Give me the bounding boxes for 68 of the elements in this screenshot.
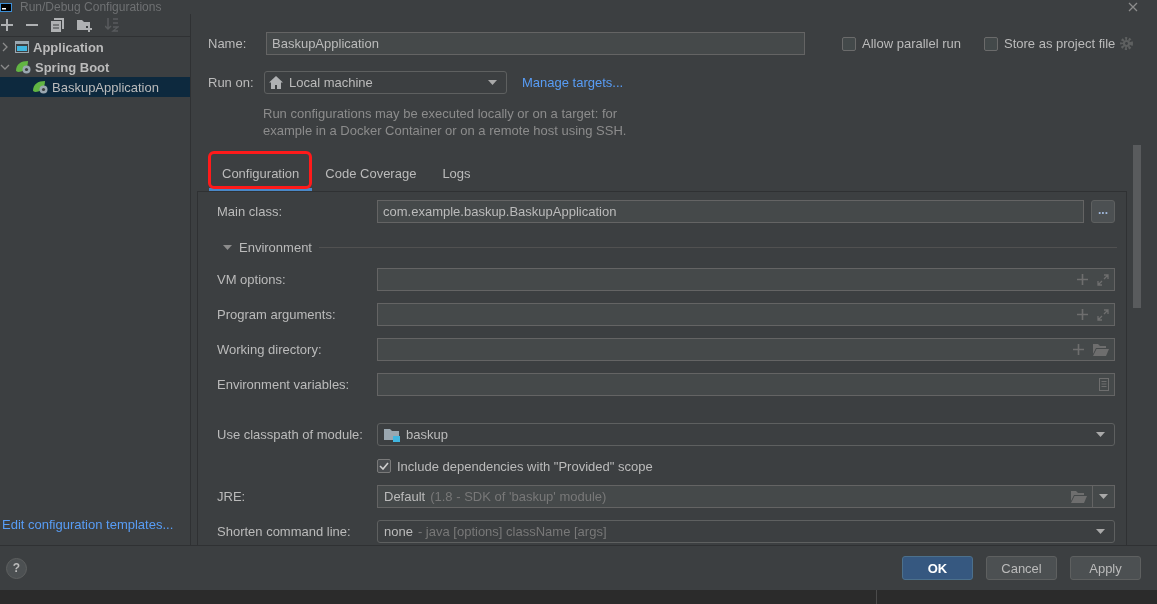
run-on-dropdown[interactable]: Local machine [264, 71, 507, 94]
section-title: Environment [239, 239, 312, 255]
browse-button[interactable]: ... [1091, 200, 1115, 223]
name-field[interactable]: BaskupApplication [266, 32, 805, 55]
gear-icon[interactable] [1120, 37, 1134, 50]
input-field[interactable] [377, 338, 1115, 361]
shorten-dropdown[interactable]: none - java [options] className [args] [377, 520, 1115, 543]
tree-item[interactable]: Spring Boot [0, 57, 190, 77]
field-label: Environment variables: [217, 377, 351, 392]
module-dropdown[interactable]: baskup [377, 423, 1115, 446]
close-icon[interactable] [1128, 2, 1138, 12]
expand-icon [1097, 273, 1109, 286]
folder-icon [1071, 490, 1087, 503]
field-label: JRE: [217, 489, 247, 504]
tab[interactable]: Code Coverage [312, 151, 430, 191]
field-label: Name: [208, 36, 248, 51]
chevron-right-icon[interactable] [2, 42, 8, 52]
dialog-button[interactable]: Apply [1070, 556, 1141, 580]
templates-link[interactable]: Edit configuration templates... [2, 517, 174, 533]
field-label: Main class: [217, 204, 284, 219]
dialog-button[interactable]: OK [902, 556, 973, 580]
tree-item[interactable]: Application [0, 37, 190, 57]
field-label: VM options: [217, 272, 287, 287]
plus-icon [1073, 344, 1084, 355]
leaf-gear-icon [15, 60, 31, 74]
main-class-field[interactable]: com.example.baskup.BaskupApplication [377, 200, 1084, 223]
manage-targets-link[interactable]: Manage targets... [522, 74, 624, 91]
folder-plus-icon[interactable] [77, 18, 92, 32]
expand-icon [1097, 308, 1109, 321]
scrollbar-thumb[interactable] [1133, 145, 1141, 308]
checkbox-label: Store as project file [1004, 36, 1116, 51]
checkbox[interactable] [842, 36, 856, 51]
description-text: Run configurations may be executed locally or on a target: for example in a Docker Container or on a remote host using SSH. [263, 105, 628, 139]
checkbox[interactable] [377, 459, 391, 473]
window-icon [15, 41, 29, 53]
plus-icon [1077, 309, 1088, 320]
triangle-down-icon[interactable] [223, 244, 232, 250]
field-label: Shorten command line: [217, 524, 352, 539]
caret-icon[interactable] [1096, 529, 1105, 534]
copy-icon[interactable] [51, 18, 64, 32]
chevron-down-icon[interactable] [0, 64, 10, 70]
folder-icon [1093, 343, 1109, 356]
app-icon [0, 2, 12, 12]
home-icon [269, 76, 283, 89]
input-field[interactable] [377, 373, 1115, 396]
checkbox-label: Allow parallel run [862, 36, 961, 51]
caret-icon[interactable] [1096, 432, 1105, 437]
checkmark-icon [379, 462, 389, 470]
checkbox-label: Include dependencies with "Provided" scope [397, 458, 653, 474]
field-label: Run on: [208, 75, 255, 90]
caret-icon[interactable] [488, 80, 497, 85]
field-label: Program arguments: [217, 307, 337, 322]
folder-icon [384, 427, 400, 442]
dialog-button[interactable]: Cancel [986, 556, 1057, 580]
tab[interactable]: Logs [429, 151, 484, 191]
input-field[interactable] [377, 268, 1115, 291]
caret-icon[interactable] [1099, 494, 1108, 499]
help-button[interactable]: ? [6, 557, 27, 579]
checkbox[interactable] [984, 36, 998, 51]
input-field[interactable] [377, 303, 1115, 326]
tree-item[interactable]: BaskupApplication [0, 77, 190, 97]
plus-icon [1077, 274, 1088, 285]
field-label: Working directory: [217, 342, 323, 357]
tab[interactable]: Configuration [209, 151, 313, 191]
document-icon [1099, 378, 1109, 391]
field-label: Use classpath of module: [217, 427, 364, 442]
add-icon[interactable] [1, 19, 13, 31]
leaf-gear-icon [32, 80, 48, 94]
